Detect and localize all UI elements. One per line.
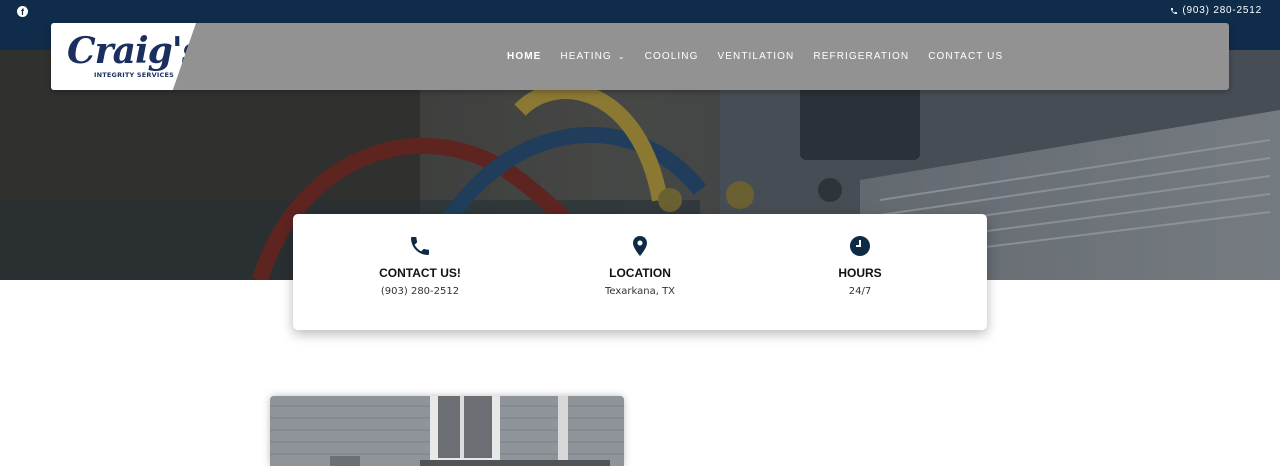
contact-info: CONTACT US! (903) 280-2512 [320, 234, 520, 297]
chevron-down-icon: ⌄ [617, 52, 626, 61]
facebook-icon[interactable]: f [17, 6, 28, 17]
phone-icon [411, 237, 429, 255]
nav-item-cooling[interactable]: COOLING [645, 51, 699, 62]
nav-item-label: COOLING [644, 51, 699, 62]
hours-info: HOURS 24/7 [760, 234, 960, 297]
map-pin-icon [633, 236, 647, 256]
top-phone-number: (903) 280-2512 [1182, 5, 1262, 16]
nav-item-label: HEATING [560, 51, 612, 62]
location-title: LOCATION [609, 266, 671, 280]
logo-script-text: Craig's [67, 30, 202, 72]
nav-item-label: HOME [507, 51, 542, 62]
contact-phone[interactable]: (903) 280-2512 [320, 286, 520, 297]
nav-item-label: CONTACT US [928, 51, 1004, 62]
info-card: CONTACT US! (903) 280-2512 LOCATION Texa… [293, 214, 987, 330]
hours-text: 24/7 [848, 286, 872, 297]
phone-icon [1171, 7, 1178, 14]
nav-menu: HOME HEATING ⌄ COOLING VENTILATION REFRI… [507, 23, 1022, 90]
nav-item-refrigeration[interactable]: REFRIGERATION [813, 51, 909, 62]
location-text: Texarkana, TX [604, 286, 676, 297]
nav-item-heating[interactable]: HEATING ⌄ [560, 51, 625, 62]
location-info: LOCATION Texarkana, TX [540, 234, 740, 297]
top-phone-link[interactable]: (903) 280-2512 [1170, 5, 1262, 16]
main-navbar: Craig's INTEGRITY SERVICES HOME HEATING … [51, 23, 1229, 90]
contact-title: CONTACT US! [379, 266, 461, 280]
site-logo[interactable]: Craig's INTEGRITY SERVICES [51, 23, 196, 90]
house-siding-photo [270, 396, 624, 466]
nav-item-label: REFRIGERATION [813, 51, 910, 62]
nav-item-label: VENTILATION [717, 51, 795, 62]
nav-item-contact-us[interactable]: CONTACT US [928, 51, 1003, 62]
nav-item-ventilation[interactable]: VENTILATION [717, 51, 794, 62]
hours-title: HOURS [838, 266, 882, 280]
clock-icon [850, 236, 870, 256]
logo-tagline: INTEGRITY SERVICES [94, 71, 174, 79]
nav-item-home[interactable]: HOME [507, 51, 541, 62]
ac-unit-photo [270, 396, 624, 466]
